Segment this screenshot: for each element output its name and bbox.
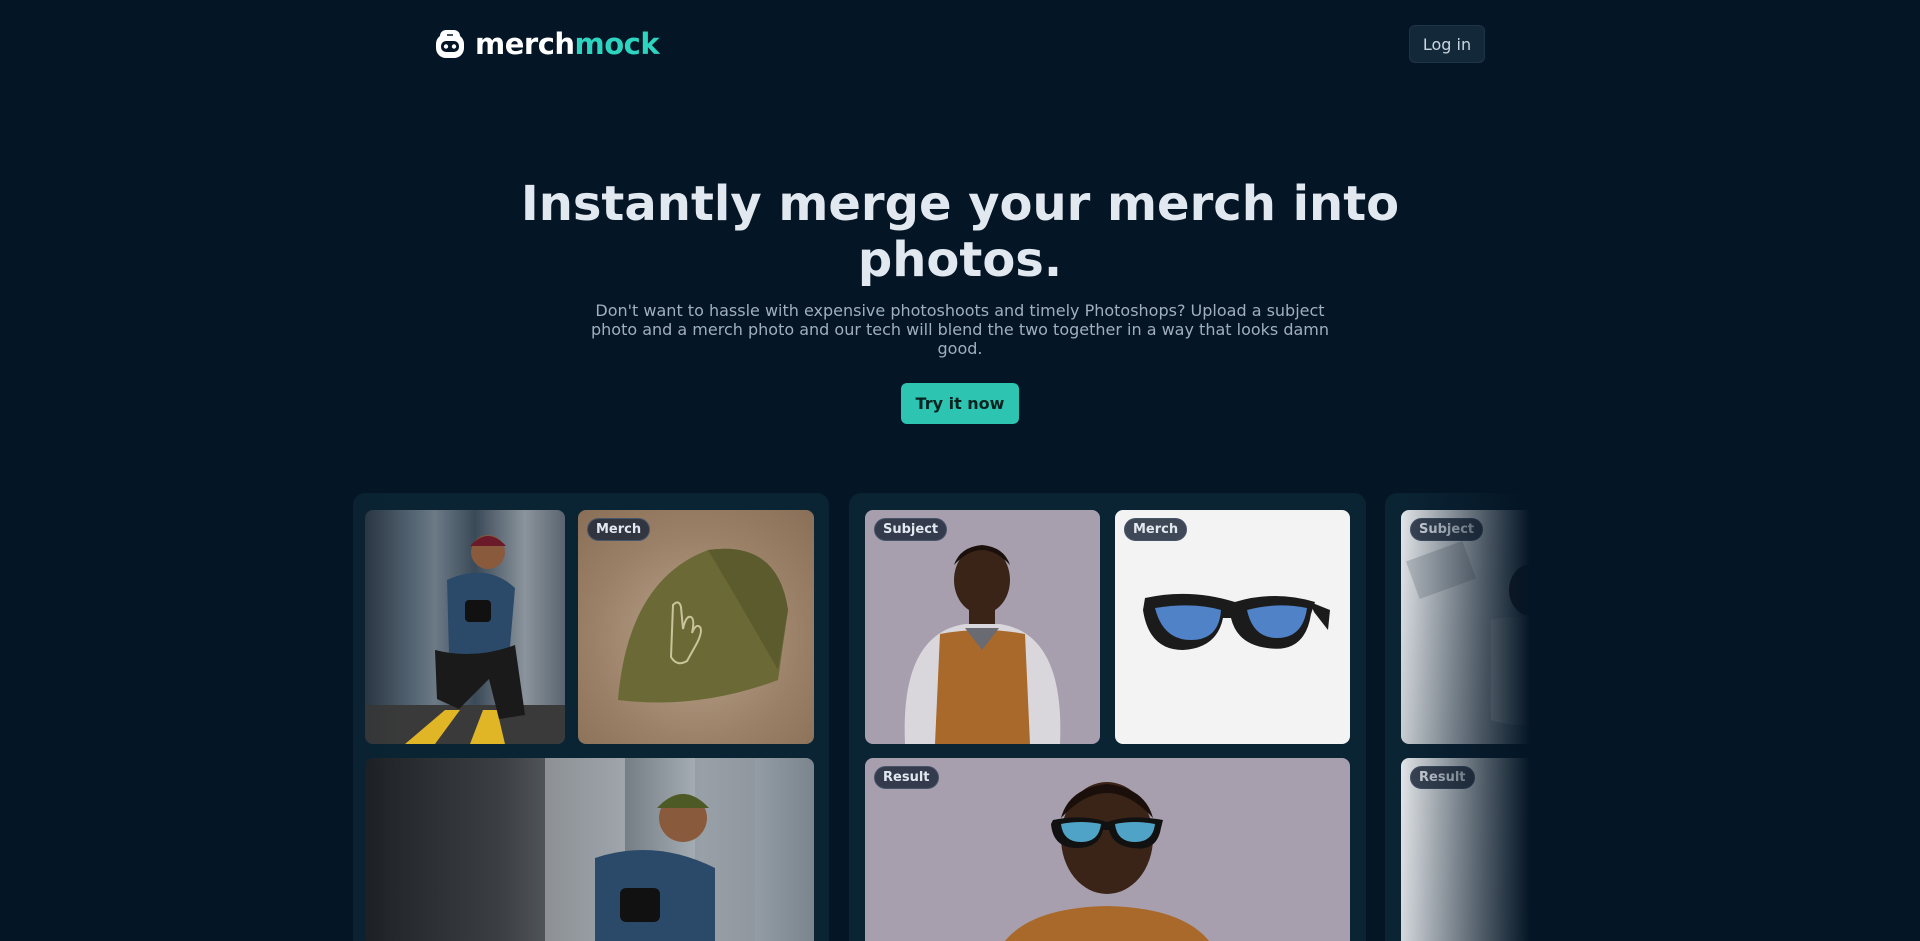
subject-photo	[365, 510, 565, 744]
subject-photo: Subject	[865, 510, 1100, 744]
subject-badge: Subject	[1410, 518, 1484, 541]
example-card: Merch	[353, 493, 829, 941]
try-it-now-button[interactable]: Try it now	[901, 383, 1019, 424]
result-photo: Result	[865, 758, 1350, 941]
merchmock-logo-icon	[436, 30, 464, 58]
merch-photo: Merch	[578, 510, 814, 744]
example-card: Subject Merch Result	[849, 493, 1366, 941]
merch-photo: Merch	[1115, 510, 1350, 744]
subject-photo: Subject	[1401, 510, 1636, 744]
merch-badge: Merch	[587, 518, 651, 541]
site-header: merchmock Log in	[0, 0, 1920, 90]
example-card: Subject Result	[1385, 493, 1902, 941]
logo[interactable]: merchmock	[433, 26, 660, 62]
hero-subtitle: Don't want to hassle with expensive phot…	[590, 301, 1330, 358]
subject-badge: Subject	[874, 518, 948, 541]
merch-badge: Merch	[1124, 518, 1188, 541]
result-photo	[365, 758, 814, 941]
logo-wordmark: merchmock	[475, 27, 660, 61]
result-badge: Result	[874, 766, 939, 789]
result-badge: Result	[1410, 766, 1475, 789]
login-button[interactable]: Log in	[1409, 25, 1485, 63]
result-photo: Result	[1401, 758, 1886, 941]
hero-title: Instantly merge your merch into photos.	[520, 176, 1400, 288]
example-gallery: Merch Subject Merch Result Subject Resul…	[0, 493, 1920, 941]
